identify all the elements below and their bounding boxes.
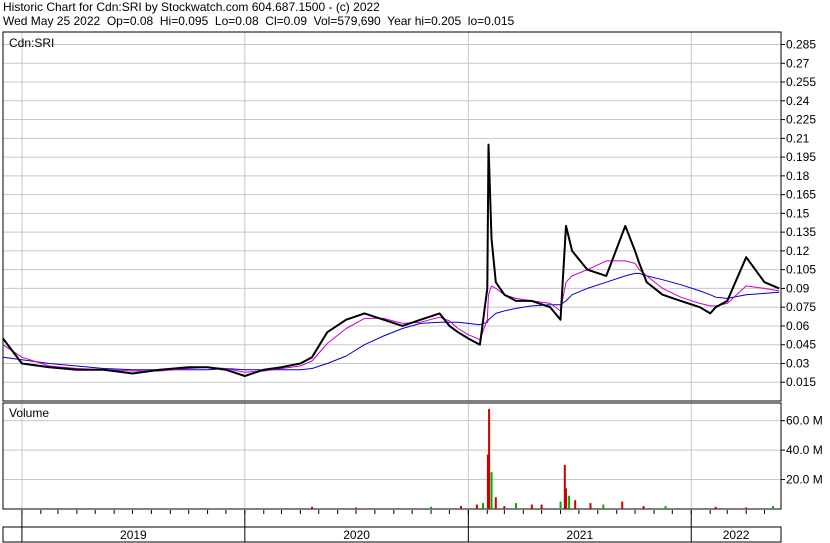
price-tick-label: 0.165 (786, 188, 816, 202)
volume-tick-label: 60.0 M (786, 414, 823, 428)
price-tick-label: 0.015 (786, 375, 816, 389)
price-tick-label: 0.285 (786, 38, 816, 52)
volume-bar (602, 504, 605, 509)
volume-bar (475, 504, 478, 509)
price-tick-label: 0.045 (786, 338, 816, 352)
volume-bar (490, 472, 493, 509)
price-tick-label: 0.12 (786, 244, 810, 258)
price-tick-label: 0.15 (786, 206, 810, 220)
volume-bar (589, 503, 592, 509)
stock-chart: Cdn:SRI Volume 2019 2020 2021 2022 0.285 0.27… (2, 31, 823, 543)
volume-bar (540, 504, 543, 509)
price-line (2, 143, 780, 377)
volume-bar (772, 506, 775, 509)
volume-bar (460, 506, 463, 509)
volume-bar (494, 497, 497, 509)
volume-panel-label: Volume (9, 406, 49, 420)
price-tick-label: 0.03 (786, 356, 810, 370)
volume-bar (559, 501, 562, 509)
volume-bar (642, 506, 645, 509)
price-tick-label: 0.135 (786, 225, 816, 239)
volume-bar (574, 500, 577, 509)
volume-bar (354, 507, 357, 509)
volume-bar (568, 495, 571, 509)
volume-tick-label: 20.0 M (786, 473, 823, 487)
x-tick-label: 2022 (723, 528, 750, 542)
x-tick-label: 2020 (343, 528, 370, 542)
price-panel-label: Cdn:SRI (9, 36, 54, 50)
volume-bar (488, 408, 491, 509)
volume-tick-label: 40.0 M (786, 443, 823, 457)
price-tick-label: 0.105 (786, 263, 816, 277)
volume-bar (664, 506, 667, 509)
price-tick-label: 0.18 (786, 169, 810, 183)
price-tick-label: 0.225 (786, 113, 816, 127)
axis-ticks: 2019 2020 2021 2022 0.285 0.27 0.255 0.24 0.225 0… (120, 38, 823, 542)
price-tick-label: 0.255 (786, 75, 816, 89)
volume-bar (430, 506, 433, 509)
volume-panel-frame (2, 402, 782, 510)
volume-bar (514, 503, 517, 509)
price-tick-label: 0.075 (786, 300, 816, 314)
volume-bar (311, 506, 314, 509)
price-tick-label: 0.09 (786, 281, 810, 295)
x-tick-label: 2019 (120, 528, 147, 542)
volume-bar (56, 508, 59, 509)
volume-bar (565, 488, 568, 509)
volume-bar (169, 508, 172, 509)
short-moving-average-line (2, 260, 780, 373)
x-tick-label: 2021 (566, 528, 593, 542)
price-panel-frame (2, 31, 782, 402)
volume-bar (621, 501, 624, 509)
volume-bar (745, 507, 748, 509)
price-tick-label: 0.195 (786, 150, 816, 164)
volume-bar (503, 506, 506, 509)
price-tick-label: 0.21 (786, 131, 810, 145)
price-tick-label: 0.06 (786, 319, 810, 333)
volume-bar (530, 504, 533, 509)
volume-bar (714, 506, 717, 509)
price-tick-label: 0.27 (786, 56, 810, 70)
volume-bar (481, 503, 484, 509)
price-tick-label: 0.24 (786, 94, 810, 108)
grid-lines (3, 32, 781, 542)
chart-marks (2, 143, 780, 509)
